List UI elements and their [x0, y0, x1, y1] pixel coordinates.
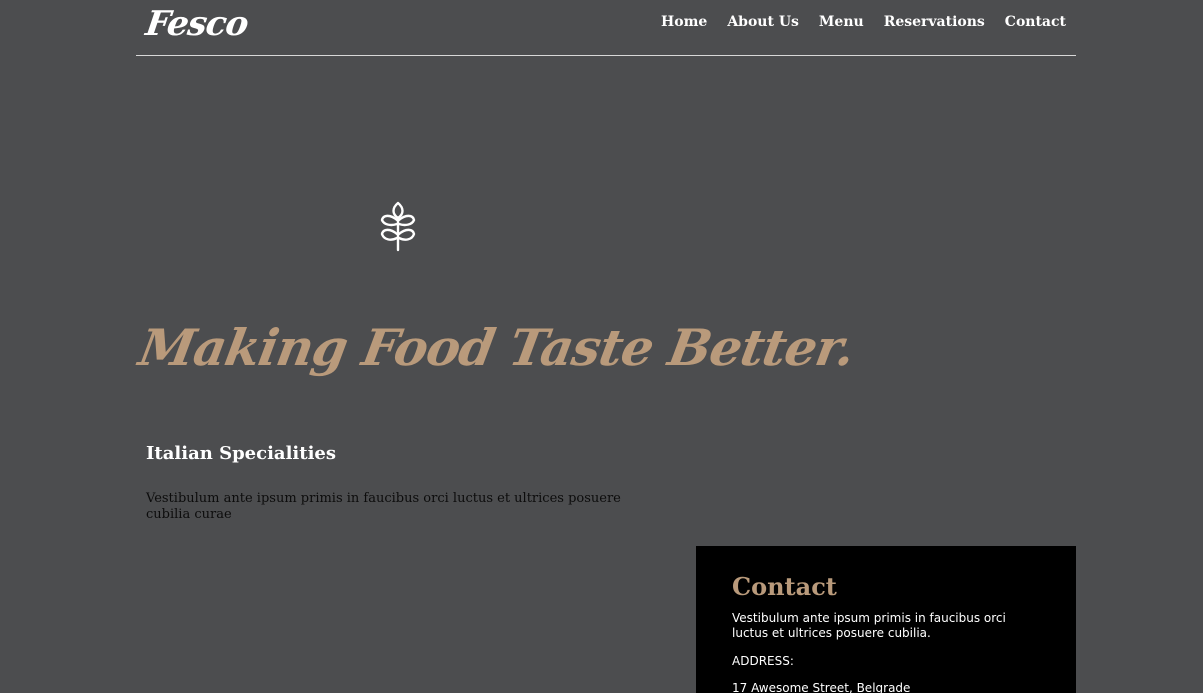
logo[interactable]: Fesco — [143, 4, 250, 44]
contact-panel: Contact Vestibulum ante ipsum primis in … — [696, 546, 1076, 693]
nav-about-link[interactable]: About Us — [727, 14, 799, 30]
section-description: Vestibulum ante ipsum primis in faucibus… — [146, 491, 621, 522]
wheat-icon — [380, 201, 416, 252]
section-subheading: Italian Specialities — [146, 443, 337, 464]
contact-title: Contact — [732, 572, 837, 601]
address-label: ADDRESS: — [732, 654, 794, 668]
nav-contact-link[interactable]: Contact — [1005, 14, 1066, 30]
address-value: 17 Awesome Street, Belgrade — [732, 681, 911, 693]
contact-text: Vestibulum ante ipsum primis in faucibus… — [732, 611, 1006, 640]
nav-home-link[interactable]: Home — [661, 14, 707, 30]
hero-title: Making Food Taste Better. — [134, 318, 859, 377]
nav-menu-link[interactable]: Menu — [819, 14, 864, 30]
main-nav: Home About Us Menu Reservations Contact — [661, 14, 1066, 30]
nav-reservations-link[interactable]: Reservations — [884, 14, 985, 30]
site-header: Fesco Home About Us Menu Reservations Co… — [136, 0, 1076, 56]
